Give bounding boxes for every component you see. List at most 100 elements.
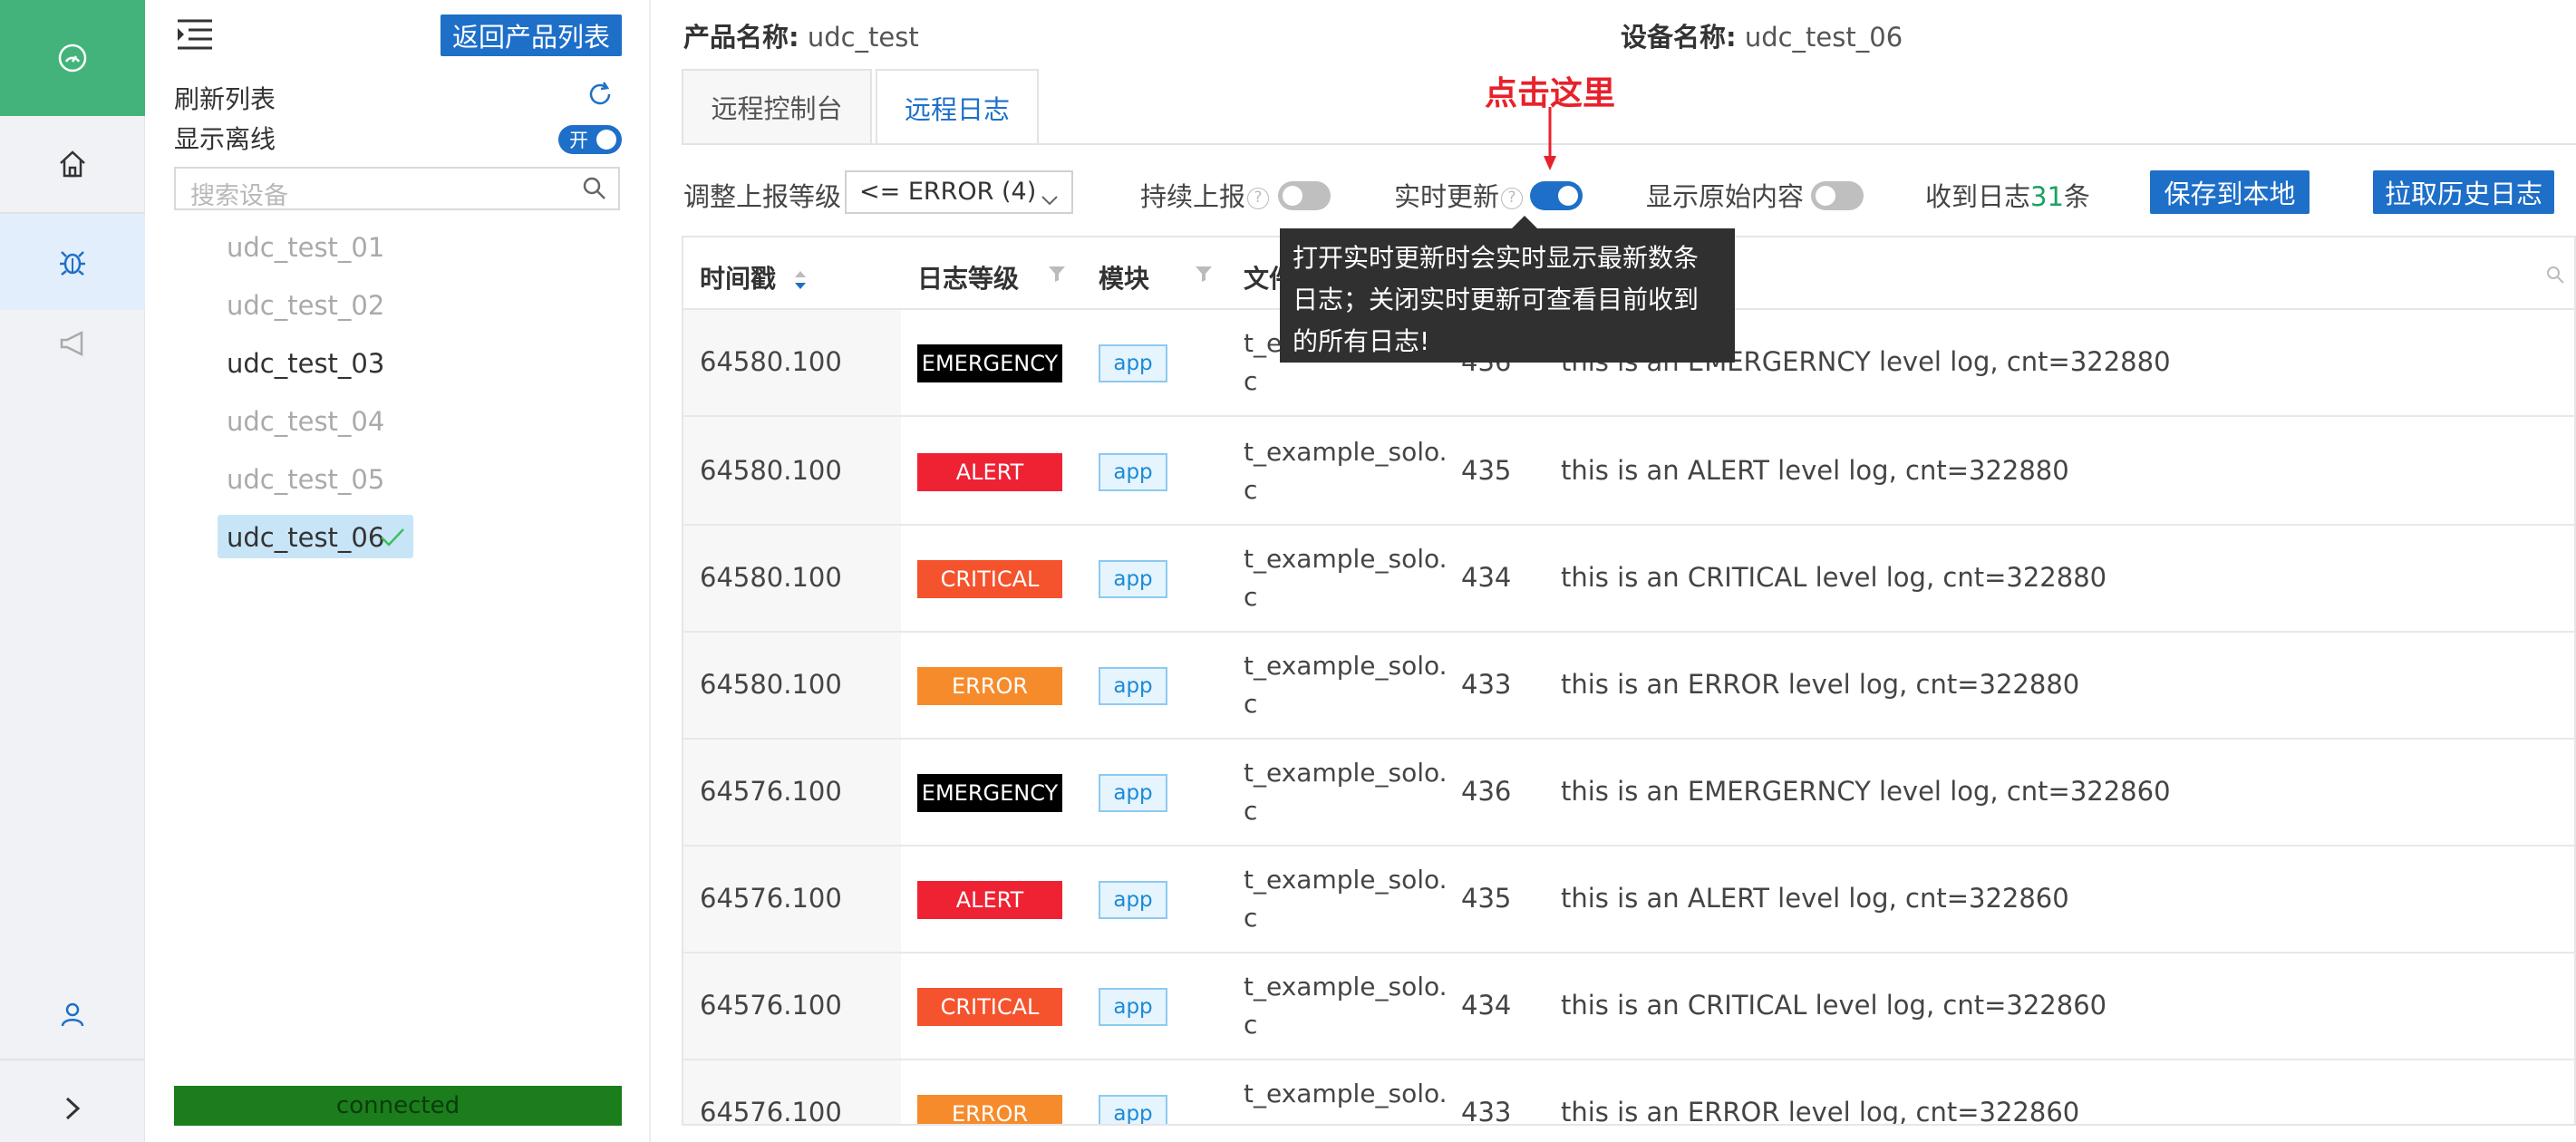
- show-raw-toggle[interactable]: [1811, 181, 1864, 210]
- realtime-update-toggle[interactable]: [1530, 181, 1583, 210]
- message-cell: this is an ERROR level log, cnt=322860: [1561, 1097, 2080, 1126]
- message-cell: this is an EMERGERNCY level log, cnt=322…: [1561, 776, 2171, 807]
- message-cell: this is an ALERT level log, cnt=322860: [1561, 883, 2069, 914]
- timestamp-cell: 64576.100: [700, 990, 842, 1021]
- table-row[interactable]: 64576.100 EMERGENCY app t_example_solo.c…: [683, 740, 2574, 847]
- level-badge: ERROR: [917, 667, 1062, 705]
- home-icon[interactable]: [0, 116, 145, 212]
- search-icon[interactable]: [2545, 265, 2565, 288]
- line-cell: 434: [1461, 990, 1512, 1021]
- module-tag: app: [1099, 1095, 1167, 1124]
- main-content: 产品名称: udc_test 设备名称: udc_test_06 远程控制台 远…: [653, 0, 2576, 1142]
- product-name: 产品名称: udc_test: [683, 22, 919, 53]
- level-badge: EMERGENCY: [917, 344, 1062, 382]
- tab-remote-console[interactable]: 远程控制台: [682, 69, 872, 143]
- module-tag: app: [1099, 560, 1167, 598]
- expand-chevron-icon[interactable]: [0, 1060, 145, 1142]
- save-local-button[interactable]: 保存到本地: [2150, 170, 2310, 214]
- help-icon[interactable]: ?: [1501, 188, 1524, 209]
- tab-remote-log[interactable]: 远程日志: [876, 69, 1039, 145]
- fetch-history-button[interactable]: 拉取历史日志: [2373, 170, 2554, 214]
- table-row[interactable]: 64580.100 ALERT app t_example_solo.c 435…: [683, 419, 2574, 526]
- line-cell: 435: [1461, 883, 1512, 914]
- level-select[interactable]: <= ERROR (4): [845, 170, 1073, 214]
- level-badge: ALERT: [917, 881, 1062, 919]
- file-cell: t_example_solo.c: [1244, 1079, 1448, 1124]
- device-item-selected[interactable]: udc_test_06: [227, 522, 384, 553]
- table-row[interactable]: 64580.100 ERROR app t_example_solo.c 433…: [683, 633, 2574, 740]
- module-tag: app: [1099, 667, 1167, 705]
- timestamp-cell: 64580.100: [700, 669, 842, 700]
- received-count-text: 收到日志31条: [1925, 181, 2090, 212]
- line-cell: 433: [1461, 1097, 1512, 1126]
- module-tag: app: [1099, 988, 1167, 1026]
- log-table: 时间戳 日志等级 模块 文件 64580.100 EMERGENCY app t…: [682, 236, 2576, 1126]
- message-cell: this is an CRITICAL level log, cnt=32288…: [1561, 562, 2107, 593]
- column-header-level: 日志等级: [917, 264, 1020, 294]
- level-label: 调整上报等级: [683, 181, 842, 212]
- search-icon[interactable]: [582, 176, 607, 205]
- level-badge: EMERGENCY: [917, 774, 1062, 812]
- level-badge: CRITICAL: [917, 560, 1062, 598]
- filter-icon[interactable]: [1048, 265, 1066, 286]
- megaphone-icon[interactable]: [0, 295, 145, 392]
- module-tag: app: [1099, 344, 1167, 382]
- table-row[interactable]: 64576.100 CRITICAL app t_example_solo.c …: [683, 953, 2574, 1060]
- table-row[interactable]: 64576.100 ALERT app t_example_solo.c 435…: [683, 847, 2574, 953]
- level-badge: ERROR: [917, 1095, 1062, 1124]
- column-header-module: 模块: [1099, 264, 1150, 294]
- device-item[interactable]: udc_test_02: [227, 290, 384, 321]
- file-cell: t_example_solo.c: [1244, 544, 1448, 612]
- line-cell: 436: [1461, 776, 1512, 807]
- continuous-report-toggle[interactable]: [1278, 181, 1331, 210]
- refresh-icon[interactable]: [586, 80, 615, 112]
- realtime-update-tooltip: 打开实时更新时会实时显示最新数条日志；关闭实时更新可查看目前收到的所有日志!: [1280, 228, 1735, 363]
- device-search-input[interactable]: 搜索设备: [174, 167, 620, 210]
- filter-icon[interactable]: [1195, 265, 1213, 286]
- timestamp-cell: 64576.100: [700, 776, 842, 807]
- sort-icon[interactable]: [785, 264, 809, 294]
- continuous-report-label: 持续上报?: [1140, 176, 1270, 214]
- timestamp-cell: 64580.100: [700, 346, 842, 377]
- user-icon[interactable]: [0, 966, 145, 1062]
- file-cell: t_example_solo.c: [1244, 758, 1448, 826]
- check-icon: [379, 526, 406, 553]
- return-product-list-button[interactable]: 返回产品列表: [441, 15, 622, 56]
- column-header-timestamp[interactable]: 时间戳: [700, 259, 809, 295]
- dashboard-icon[interactable]: [0, 0, 145, 116]
- realtime-update-label: 实时更新?: [1394, 176, 1524, 214]
- level-badge: CRITICAL: [917, 988, 1062, 1026]
- module-tag: app: [1099, 881, 1167, 919]
- line-cell: 435: [1461, 455, 1512, 486]
- file-cell: t_example_solo.c: [1244, 437, 1448, 505]
- message-cell: this is an ALERT level log, cnt=322880: [1561, 455, 2069, 486]
- table-row[interactable]: 64580.100 CRITICAL app t_example_solo.c …: [683, 526, 2574, 633]
- show-offline-toggle[interactable]: 开: [558, 125, 622, 154]
- level-badge: ALERT: [917, 453, 1062, 491]
- device-item[interactable]: udc_test_04: [227, 406, 384, 437]
- module-tag: app: [1099, 453, 1167, 491]
- line-cell: 434: [1461, 562, 1512, 593]
- timestamp-cell: 64580.100: [700, 562, 842, 593]
- message-cell: this is an ERROR level log, cnt=322880: [1561, 669, 2080, 700]
- collapse-menu-icon[interactable]: [176, 18, 214, 54]
- app-root: 返回产品列表 刷新列表 显示离线 开 搜索设备 udc_test_01 udc_…: [0, 0, 2576, 1142]
- help-icon[interactable]: ?: [1247, 188, 1270, 209]
- show-offline-label: 显示离线: [174, 124, 276, 154]
- file-cell: t_example_solo.c: [1244, 972, 1448, 1040]
- file-cell: t_example_solo.c: [1244, 651, 1448, 719]
- refresh-list-label: 刷新列表: [174, 84, 276, 114]
- device-item[interactable]: udc_test_01: [227, 232, 384, 263]
- file-cell: t_example_solo.c: [1244, 865, 1448, 933]
- device-item[interactable]: udc_test_03: [227, 348, 384, 379]
- device-item[interactable]: udc_test_05: [227, 464, 384, 495]
- search-placeholder: 搜索设备: [190, 182, 288, 210]
- icon-rail: [0, 0, 145, 1142]
- line-cell: 433: [1461, 669, 1512, 700]
- timestamp-cell: 64576.100: [700, 883, 842, 914]
- chevron-down-icon: [1041, 185, 1059, 213]
- device-panel: 返回产品列表 刷新列表 显示离线 开 搜索设备 udc_test_01 udc_…: [145, 0, 651, 1142]
- module-tag: app: [1099, 774, 1167, 812]
- show-raw-label: 显示原始内容: [1646, 181, 1805, 212]
- table-row[interactable]: 64576.100 ERROR app t_example_solo.c 433…: [683, 1060, 2574, 1126]
